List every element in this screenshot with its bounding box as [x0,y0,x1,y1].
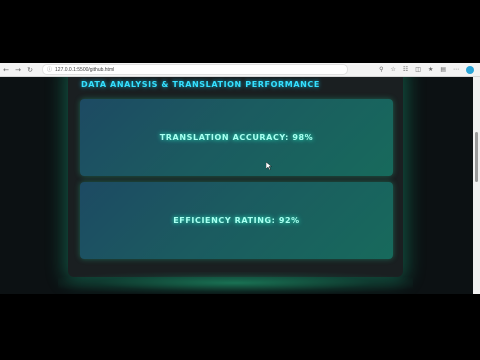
vertical-scrollbar[interactable] [473,77,480,294]
page-viewport: DATA ANALYSIS & TRANSLATION PERFORMANCE … [0,77,473,294]
back-icon[interactable]: ← [0,66,12,74]
info-icon[interactable]: ⓘ [47,66,52,73]
menu-icon[interactable]: ⋯ [453,66,459,73]
scrollbar-thumb[interactable] [475,132,478,182]
zoom-icon[interactable]: ⚲ [379,66,383,73]
url-text: 127.0.0.1:5500/github.html [55,66,115,73]
browser-toolbar: ← → ↻ ⓘ 127.0.0.1:5500/github.html ⚲ ☆ ☷… [0,63,480,77]
extensions-icon[interactable]: ☷ [403,66,408,73]
split-view-icon[interactable]: ◫ [415,66,421,73]
panel-glow [58,272,413,294]
translation-accuracy-card: TRANSLATION ACCURACY: 98% [80,99,393,176]
efficiency-rating-card: EFFICIENCY RATING: 92% [80,182,393,259]
collections-icon[interactable]: ▤ [440,66,446,73]
efficiency-rating-label: EFFICIENCY RATING: 92% [173,216,300,225]
address-bar[interactable]: ⓘ 127.0.0.1:5500/github.html [42,64,348,75]
mouse-cursor-icon [266,162,272,170]
favorites-icon[interactable]: ★ [428,66,433,73]
translation-accuracy-label: TRANSLATION ACCURACY: 98% [159,133,314,142]
reload-icon[interactable]: ↻ [24,66,36,74]
star-icon[interactable]: ☆ [390,66,395,73]
forward-icon[interactable]: → [12,66,24,74]
page-title: DATA ANALYSIS & TRANSLATION PERFORMANCE [81,80,320,89]
profile-avatar[interactable] [466,65,474,74]
